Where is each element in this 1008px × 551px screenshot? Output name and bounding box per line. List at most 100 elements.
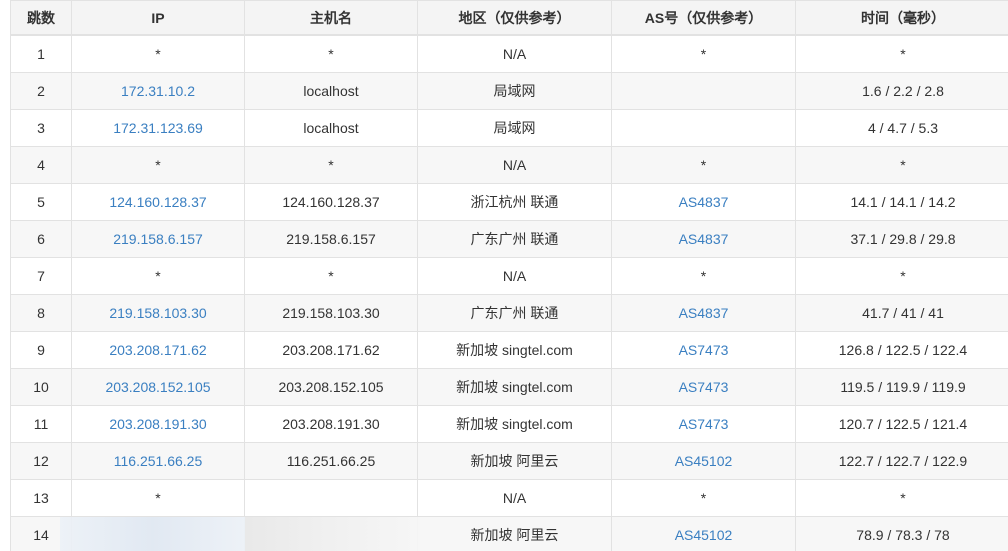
as-link[interactable]: AS45102 (675, 453, 733, 469)
ip-link[interactable]: 116.251.66.25 (114, 453, 203, 469)
cell-region: 局域网 (417, 72, 612, 110)
redacted-area (245, 517, 420, 551)
as-link[interactable]: AS7473 (679, 342, 729, 358)
header-ip: IP (71, 0, 245, 36)
cell-hostname: 203.208.171.62 (244, 331, 418, 369)
cell-region: N/A (417, 146, 612, 184)
cell-as: * (611, 257, 796, 295)
cell-ip: 219.158.103.30 (71, 294, 245, 332)
cell-ip: 172.31.10.2 (71, 72, 245, 110)
cell-hostname: 219.158.6.157 (244, 220, 418, 258)
cell-region: 新加坡 singtel.com (417, 405, 612, 443)
table-row: 5 124.160.128.37 124.160.128.37 浙江杭州 联通 AS48… (10, 183, 1008, 221)
cell-time: 119.5 / 119.9 / 119.9 (795, 368, 1008, 406)
cell-hop: 3 (10, 109, 72, 147)
table-row: 12 116.251.66.25 116.251.66.25 新加坡 阿里云 AS451… (10, 442, 1008, 480)
cell-as: AS4837 (611, 183, 796, 221)
redacted-area (60, 517, 245, 551)
table-row: 3 172.31.123.69 localhost 局域网 4 / 4.7 / 5.3 (10, 109, 1008, 147)
cell-region: 新加坡 singtel.com (417, 331, 612, 369)
cell-region: 广东广州 联通 (417, 294, 612, 332)
ip-link[interactable]: 203.208.152.105 (105, 379, 210, 395)
cell-time: 122.7 / 122.7 / 122.9 (795, 442, 1008, 480)
cell-hostname: localhost (244, 72, 418, 110)
cell-ip: 203.208.191.30 (71, 405, 245, 443)
traceroute-results: 跳数 IP 主机名 地区（仅供参考） AS号（仅供参考） 时间（毫秒） 1 * * N… (0, 0, 1008, 551)
ip-link[interactable]: 124.160.128.37 (109, 194, 206, 210)
cell-ip: 124.160.128.37 (71, 183, 245, 221)
table-header-row: 跳数 IP 主机名 地区（仅供参考） AS号（仅供参考） 时间（毫秒） (10, 0, 1008, 36)
cell-region: N/A (417, 479, 612, 517)
table-row: 1 * * N/A * * (10, 34, 1008, 73)
cell-hop: 2 (10, 72, 72, 110)
table-row: 10 203.208.152.105 203.208.152.105 新加坡 sing… (10, 368, 1008, 406)
cell-hostname: 203.208.152.105 (244, 368, 418, 406)
cell-as: * (611, 34, 796, 73)
table-row: 4 * * N/A * * (10, 146, 1008, 184)
ip-link[interactable]: 172.31.123.69 (113, 120, 203, 136)
cell-as: AS45102 (611, 516, 796, 551)
ip-link[interactable]: 203.208.191.30 (109, 416, 206, 432)
cell-hop: 1 (10, 34, 72, 73)
cell-hostname: localhost (244, 109, 418, 147)
table-row: 8 219.158.103.30 219.158.103.30 广东广州 联通 AS48… (10, 294, 1008, 332)
cell-hostname: * (244, 34, 418, 73)
cell-hostname: 203.208.191.30 (244, 405, 418, 443)
cell-as: * (611, 479, 796, 517)
cell-time: 78.9 / 78.3 / 78 (795, 516, 1008, 551)
header-hop: 跳数 (10, 0, 72, 36)
ip-link[interactable]: 219.158.103.30 (109, 305, 206, 321)
table-row: 7 * * N/A * * (10, 257, 1008, 295)
as-link[interactable]: AS4837 (679, 305, 729, 321)
cell-region: 广东广州 联通 (417, 220, 612, 258)
cell-hop: 4 (10, 146, 72, 184)
as-link[interactable]: AS7473 (679, 416, 729, 432)
header-as: AS号（仅供参考） (611, 0, 796, 36)
table-row: 13 * N/A * * (10, 479, 1008, 517)
cell-time: * (795, 146, 1008, 184)
ip-link[interactable]: 172.31.10.2 (121, 83, 195, 99)
cell-hop: 6 (10, 220, 72, 258)
cell-hop: 11 (10, 405, 72, 443)
cell-time: 4 / 4.7 / 5.3 (795, 109, 1008, 147)
cell-as: AS7473 (611, 331, 796, 369)
as-link[interactable]: AS45102 (675, 527, 733, 543)
table-row: 2 172.31.10.2 localhost 局域网 1.6 / 2.2 / 2.8 (10, 72, 1008, 110)
cell-region: 新加坡 阿里云 (417, 516, 612, 551)
cell-hop: 8 (10, 294, 72, 332)
cell-region: N/A (417, 34, 612, 73)
cell-ip: * (71, 479, 245, 517)
header-time: 时间（毫秒） (795, 0, 1008, 36)
cell-hostname: 219.158.103.30 (244, 294, 418, 332)
cell-ip: 116.251.66.25 (71, 442, 245, 480)
cell-ip: 203.208.152.105 (71, 368, 245, 406)
table-row: 6 219.158.6.157 219.158.6.157 广东广州 联通 AS4837… (10, 220, 1008, 258)
cell-as: AS7473 (611, 368, 796, 406)
cell-hostname (244, 479, 418, 517)
cell-time: 41.7 / 41 / 41 (795, 294, 1008, 332)
as-link[interactable]: AS7473 (679, 379, 729, 395)
cell-ip: * (71, 146, 245, 184)
cell-ip: 203.208.171.62 (71, 331, 245, 369)
cell-hop: 12 (10, 442, 72, 480)
cell-time: 126.8 / 122.5 / 122.4 (795, 331, 1008, 369)
ip-link[interactable]: 219.158.6.157 (113, 231, 203, 247)
cell-time: 1.6 / 2.2 / 2.8 (795, 72, 1008, 110)
cell-ip: * (71, 257, 245, 295)
cell-as: AS4837 (611, 220, 796, 258)
cell-as: * (611, 146, 796, 184)
ip-link[interactable]: 203.208.171.62 (109, 342, 206, 358)
as-link[interactable]: AS4837 (679, 231, 729, 247)
cell-time: * (795, 479, 1008, 517)
cell-hop: 5 (10, 183, 72, 221)
cell-hop: 7 (10, 257, 72, 295)
cell-region: N/A (417, 257, 612, 295)
header-hostname: 主机名 (244, 0, 418, 36)
cell-time: * (795, 257, 1008, 295)
cell-ip: 219.158.6.157 (71, 220, 245, 258)
cell-time: * (795, 34, 1008, 73)
table-row: 11 203.208.191.30 203.208.191.30 新加坡 singte… (10, 405, 1008, 443)
as-link[interactable]: AS4837 (679, 194, 729, 210)
cell-as: AS4837 (611, 294, 796, 332)
cell-region: 新加坡 阿里云 (417, 442, 612, 480)
